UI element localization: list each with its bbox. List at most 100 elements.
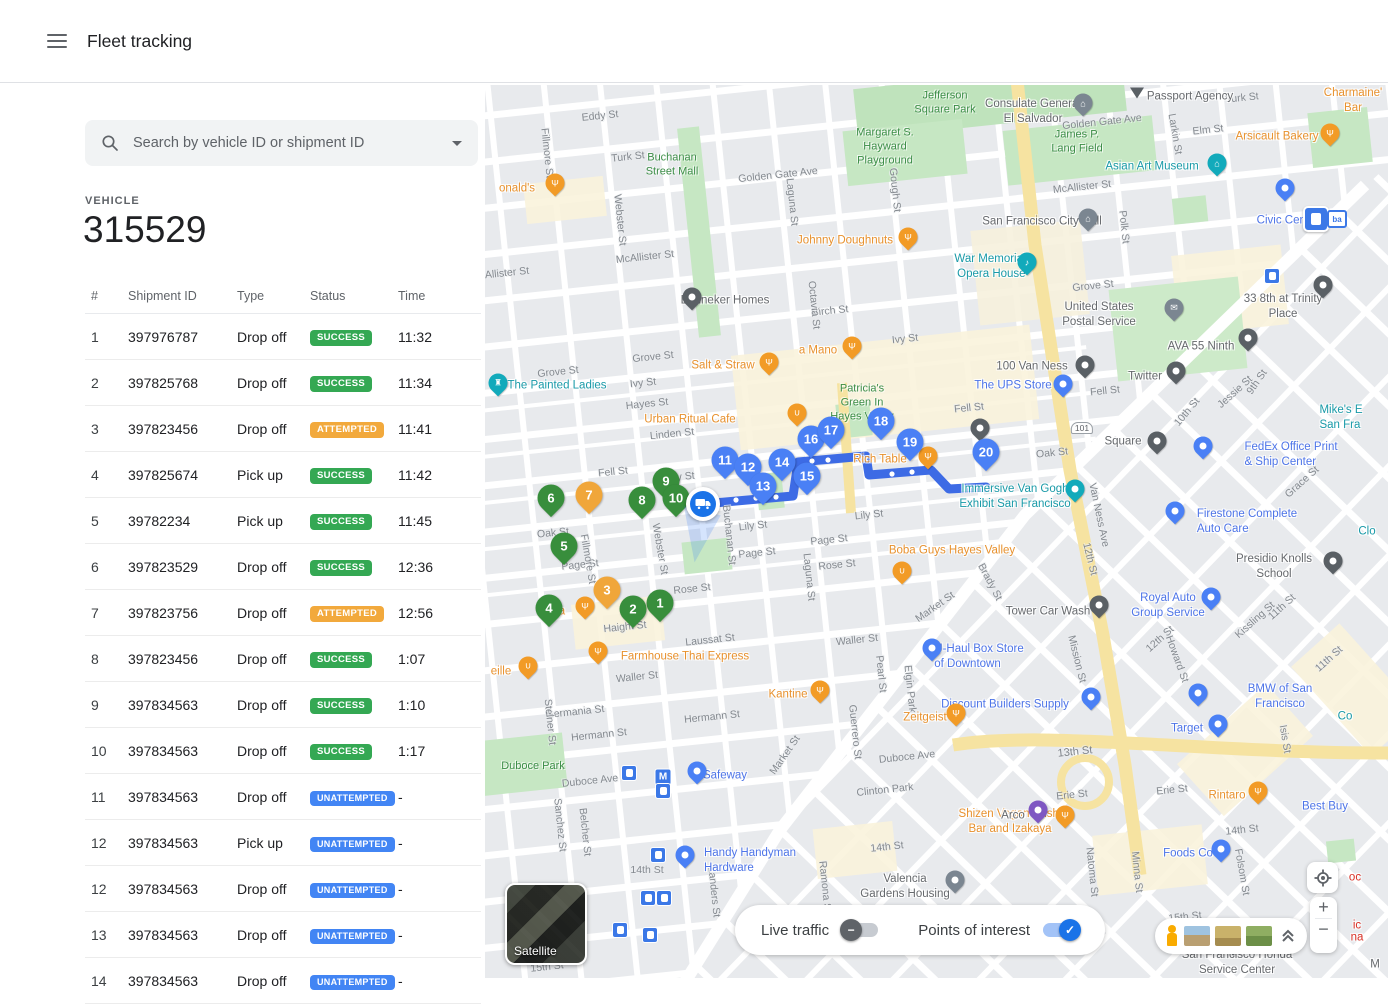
chevron-down-icon[interactable] bbox=[452, 141, 462, 146]
transit-icon[interactable] bbox=[621, 765, 637, 781]
poi-label[interactable]: Kantine bbox=[768, 688, 807, 703]
poi-label[interactable]: Target bbox=[1171, 722, 1203, 737]
table-row[interactable]: 4397825674Pick upSUCCESS11:42 bbox=[85, 452, 481, 498]
poi-label[interactable]: Arsicault Bakery bbox=[1235, 130, 1318, 145]
poi-label[interactable]: na bbox=[1351, 931, 1364, 946]
transit-icon[interactable] bbox=[640, 890, 656, 906]
poi-label[interactable]: oc bbox=[1349, 871, 1361, 886]
poi-pin[interactable]: ∪ bbox=[784, 400, 811, 427]
table-row[interactable]: 539782234Pick upSUCCESS11:45 bbox=[85, 498, 481, 544]
table-row[interactable]: 6397823529Drop offSUCCESS12:36 bbox=[85, 544, 481, 590]
table-row[interactable]: 8397823456Drop offSUCCESS1:07 bbox=[85, 636, 481, 682]
transit-icon[interactable] bbox=[655, 783, 671, 799]
stop-marker-7[interactable]: 7 bbox=[570, 476, 608, 514]
poi-pin[interactable]: Ψ bbox=[585, 638, 612, 665]
transit-icon[interactable] bbox=[1264, 268, 1280, 284]
poi-label[interactable]: Zeitgeist bbox=[903, 711, 946, 726]
poi-label[interactable]: Rintaro bbox=[1208, 789, 1245, 804]
poi-pin[interactable]: ⌂ bbox=[1075, 205, 1102, 232]
poi-label[interactable]: eille bbox=[491, 665, 511, 680]
poi-label[interactable]: Immersive Van Gogh Exhibit San Francisco bbox=[959, 482, 1070, 512]
poi-label[interactable]: onald's bbox=[499, 182, 535, 197]
table-row[interactable]: 2397825768Drop offSUCCESS11:34 bbox=[85, 360, 481, 406]
poi-pin[interactable]: ♜ bbox=[485, 370, 511, 397]
poi-pin[interactable]: Ψ bbox=[1052, 802, 1079, 829]
poi-label[interactable]: Best Buy bbox=[1302, 800, 1348, 815]
poi-label[interactable]: The UPS Store bbox=[974, 379, 1051, 394]
poi-pin[interactable]: Ψ bbox=[756, 349, 783, 376]
imagery-thumbnail[interactable] bbox=[1184, 926, 1210, 946]
poi-label[interactable]: a Mano bbox=[799, 344, 837, 359]
poi-label[interactable]: Salt & Straw bbox=[691, 359, 754, 374]
poi-label[interactable]: Square bbox=[1104, 435, 1141, 450]
poi-pin[interactable]: Ψ bbox=[1317, 120, 1344, 147]
stop-marker-19[interactable]: 19 bbox=[891, 423, 929, 461]
poi-label[interactable]: Twitter bbox=[1128, 370, 1162, 385]
poi-pin[interactable]: ∪ bbox=[889, 558, 916, 585]
poi-label[interactable]: Asian Art Museum bbox=[1105, 160, 1198, 175]
poi-label[interactable]: Valencia Gardens Housing bbox=[860, 872, 950, 902]
poi-label[interactable]: Passport Agency bbox=[1147, 90, 1233, 105]
poi-pin[interactable]: Ψ bbox=[895, 224, 922, 251]
table-row[interactable]: 10397834563Drop offSUCCESS1:17 bbox=[85, 728, 481, 774]
poi-pin[interactable]: ⌂ bbox=[1204, 150, 1231, 177]
stop-marker-17[interactable]: 17 bbox=[812, 411, 850, 449]
poi-label[interactable]: Co bbox=[1338, 710, 1353, 725]
table-row[interactable]: 9397834563Drop offSUCCESS1:10 bbox=[85, 682, 481, 728]
pegman-icon[interactable] bbox=[1165, 925, 1179, 947]
poi-label[interactable]: FedEx Office Print & Ship Center bbox=[1244, 440, 1337, 470]
stop-marker-3[interactable]: 3 bbox=[588, 571, 626, 609]
live-traffic-toggle[interactable]: − bbox=[842, 923, 878, 937]
poi-label[interactable]: Charmaine' Bar bbox=[1324, 86, 1382, 116]
zoom-out-button[interactable]: − bbox=[1310, 919, 1337, 940]
poi-label[interactable]: Johnny Doughnuts bbox=[797, 234, 893, 249]
poi-label[interactable]: Urban Ritual Cafe bbox=[644, 413, 735, 428]
poi-label[interactable]: Boba Guys Hayes Valley bbox=[889, 544, 1015, 559]
transit-icon[interactable] bbox=[1303, 206, 1329, 232]
poi-label[interactable]: Firestone Complete Auto Care bbox=[1197, 507, 1297, 537]
table-row[interactable]: 1397976787Drop offSUCCESS11:32 bbox=[85, 314, 481, 360]
poi-pin[interactable]: Ψ bbox=[542, 170, 569, 197]
poi-pin[interactable]: ✉ bbox=[1161, 295, 1188, 322]
poi-label[interactable]: U-Haul Box Store of Downtown bbox=[934, 642, 1023, 672]
stop-marker-6[interactable]: 6 bbox=[532, 479, 570, 517]
stop-marker-4[interactable]: 4 bbox=[530, 589, 568, 627]
poi-label[interactable]: AVA 55 Ninth bbox=[1168, 340, 1235, 355]
poi-label[interactable]: Safeway bbox=[703, 769, 747, 784]
stop-marker-20[interactable]: 20 bbox=[967, 433, 1005, 471]
poi-pin[interactable]: ∪ bbox=[515, 653, 542, 680]
table-row[interactable]: 7397823756Drop offATTEMPTED12:56 bbox=[85, 590, 481, 636]
poi-label[interactable]: Tower Car Wash bbox=[1006, 605, 1091, 620]
collapse-icon[interactable] bbox=[1281, 929, 1295, 943]
map-canvas[interactable]: Eddy StTurk StTurk StElm StGolden Gate A… bbox=[485, 85, 1388, 978]
poi-label[interactable]: 100 Van Ness bbox=[996, 360, 1067, 375]
poi-label[interactable]: Clo bbox=[1358, 525, 1375, 540]
poi-label[interactable]: Consulate General El Salvador bbox=[985, 97, 1081, 127]
my-location-button[interactable] bbox=[1307, 862, 1338, 893]
poi-label[interactable]: Presidio Knolls School bbox=[1217, 552, 1331, 582]
satellite-view-toggle[interactable]: Satellite bbox=[505, 883, 587, 965]
poi-label[interactable]: 33 8th at Trinity Place bbox=[1231, 292, 1336, 322]
poi-label[interactable]: M bbox=[1370, 958, 1380, 973]
table-row[interactable]: 13397834563Drop offUNATTEMPTED- bbox=[85, 912, 481, 958]
poi-label[interactable]: The Painted Ladies bbox=[507, 379, 606, 394]
triangle-pin[interactable] bbox=[1130, 88, 1144, 99]
table-row[interactable]: 12397834563Pick upUNATTEMPTED- bbox=[85, 820, 481, 866]
poi-label[interactable]: Foods Co bbox=[1163, 847, 1213, 862]
table-row[interactable]: 14397834563Drop offUNATTEMPTED- bbox=[85, 958, 481, 1004]
poi-pin[interactable]: Ψ bbox=[943, 700, 970, 727]
transit-icon[interactable] bbox=[612, 922, 628, 938]
stop-marker-5[interactable]: 5 bbox=[545, 527, 583, 565]
poi-label[interactable]: Handy Handyman Hardware bbox=[704, 846, 796, 876]
poi-label[interactable]: Arco bbox=[1001, 809, 1025, 824]
poi-label[interactable]: Farmhouse Thai Express bbox=[621, 650, 749, 665]
poi-pin[interactable]: Ψ bbox=[1245, 778, 1272, 805]
poi-label[interactable]: Mike's E San Fra bbox=[1319, 403, 1362, 433]
poi-pin[interactable]: Ψ bbox=[807, 677, 834, 704]
poi-pin[interactable]: ♪ bbox=[1014, 249, 1041, 276]
table-row[interactable]: 12397834563Drop offUNATTEMPTED- bbox=[85, 866, 481, 912]
stop-marker-18[interactable]: 18 bbox=[862, 402, 900, 440]
transit-icon[interactable] bbox=[656, 890, 672, 906]
poi-pin[interactable]: Ψ bbox=[839, 333, 866, 360]
zoom-in-button[interactable]: + bbox=[1310, 897, 1337, 918]
